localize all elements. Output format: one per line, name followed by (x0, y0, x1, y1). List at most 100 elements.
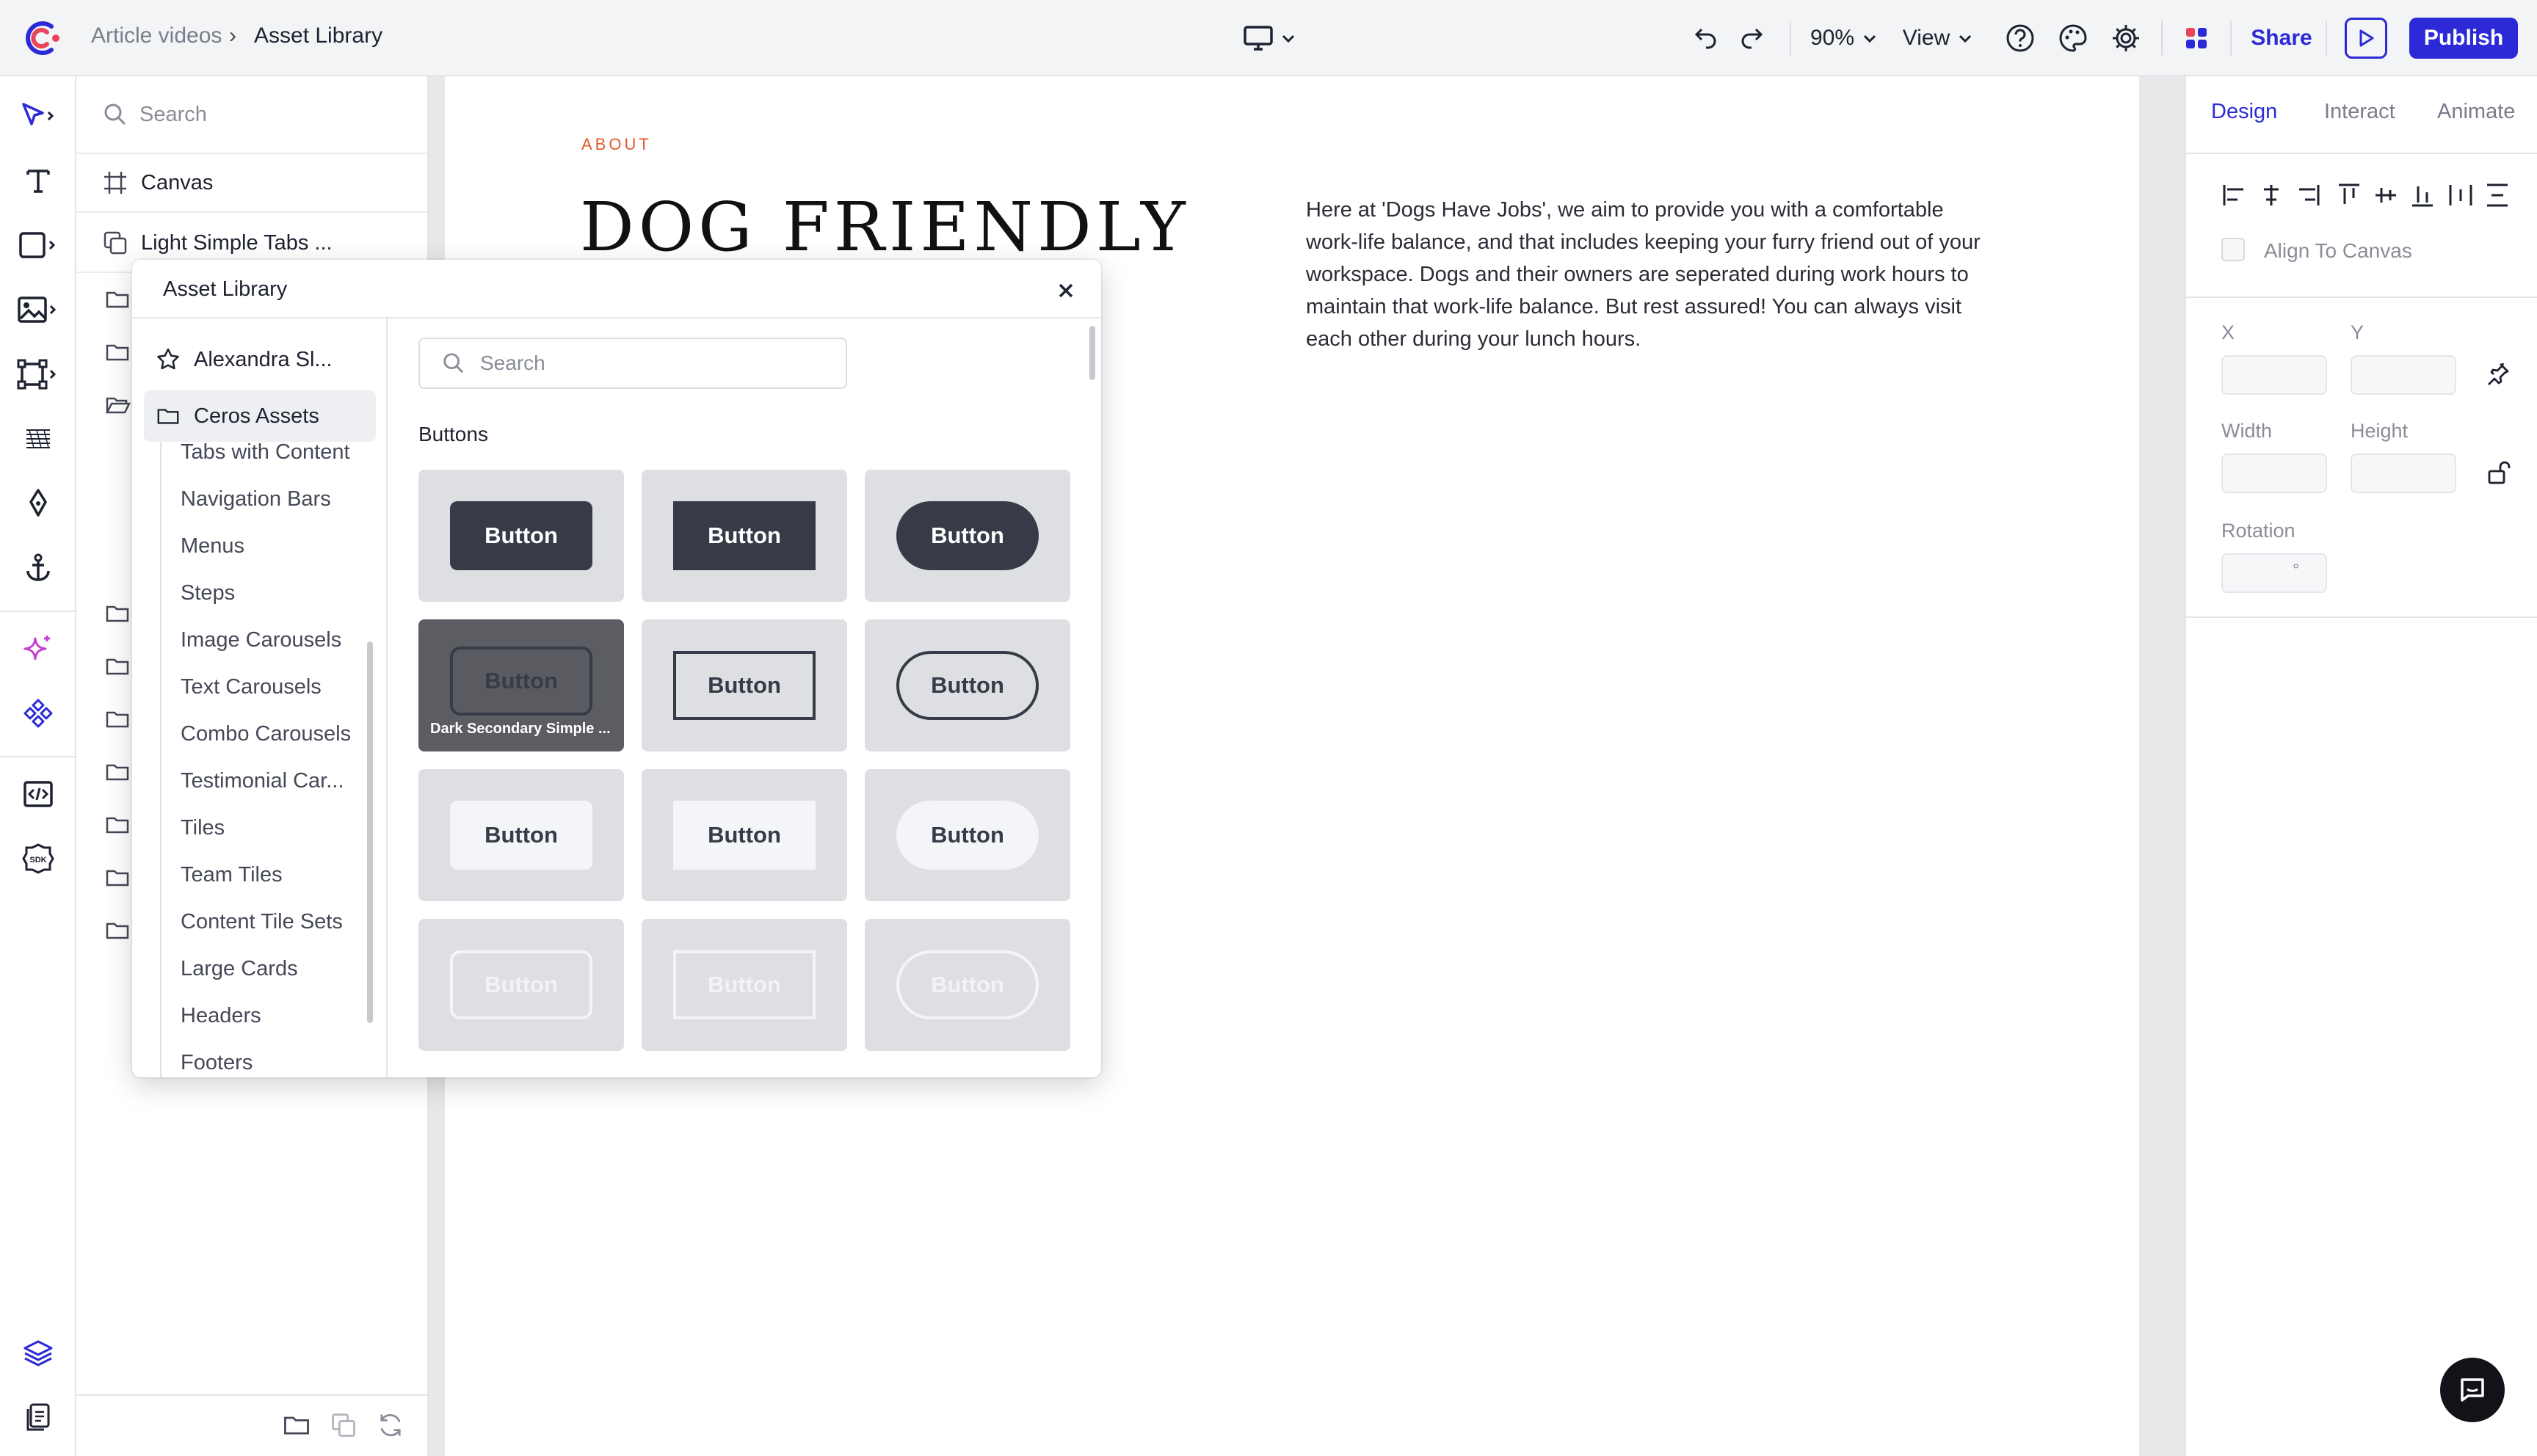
breadcrumb-parent[interactable]: Article videos (91, 23, 222, 48)
align-top-icon[interactable] (2339, 183, 2359, 204)
tabs-divider (2186, 153, 2537, 154)
align-left-icon[interactable] (2223, 185, 2243, 205)
layers-tool[interactable] (16, 1331, 60, 1375)
shape-tool[interactable] (16, 223, 60, 267)
text-tool[interactable] (16, 159, 60, 203)
ai-tool[interactable] (16, 627, 60, 671)
sync-button[interactable] (376, 1410, 408, 1443)
undo-button[interactable] (1687, 19, 1725, 57)
pages-icon (26, 1403, 50, 1431)
code-icon (23, 781, 53, 807)
x-input[interactable] (2221, 355, 2327, 395)
square-icon (19, 232, 56, 258)
view-dropdown[interactable]: View (1900, 19, 1976, 57)
modal-close-button[interactable] (1051, 276, 1081, 305)
asset-tile-dark-primary-pill[interactable]: Button (865, 470, 1070, 602)
category-item[interactable]: Text Carousels (181, 675, 322, 699)
chat-launcher-button[interactable] (2440, 1358, 2505, 1422)
settings-button[interactable] (2107, 19, 2145, 57)
asset-tile-dark-primary-square[interactable]: Button (642, 470, 847, 602)
media-tool[interactable] (16, 352, 60, 396)
asset-tile-light-secondary-pill[interactable]: Button (865, 919, 1070, 1051)
pin-button[interactable] (2483, 360, 2512, 389)
aspect-lock-button[interactable] (2483, 458, 2512, 487)
section-divider (2186, 616, 2537, 618)
category-item[interactable]: Image Carousels (181, 628, 341, 652)
tab-animate[interactable]: Animate (2437, 100, 2515, 124)
asset-tile-dark-primary-rounded[interactable]: Button (418, 470, 624, 602)
category-item[interactable]: Steps (181, 581, 235, 605)
publish-button[interactable]: Publish (2409, 18, 2518, 59)
embed-code-tool[interactable] (16, 772, 60, 816)
apps-button[interactable] (2177, 19, 2215, 57)
layers-search[interactable]: Search (76, 76, 427, 154)
x-label: X (2221, 321, 2235, 343)
tab-design[interactable]: Design (2211, 100, 2277, 124)
layer-canvas[interactable]: Canvas (76, 154, 427, 213)
component-layer-icon (104, 231, 127, 255)
category-item[interactable]: Combo Carousels (181, 722, 351, 746)
asset-tile-light-secondary-rounded[interactable]: Button (418, 919, 624, 1051)
category-item[interactable]: Large Cards (181, 957, 298, 981)
align-right-icon[interactable] (2299, 185, 2320, 205)
components-tool[interactable] (16, 691, 60, 735)
ceros-logo[interactable] (19, 16, 63, 60)
asset-tile-light-primary-pill[interactable]: Button (865, 769, 1070, 901)
category-item[interactable]: Navigation Bars (181, 487, 331, 512)
ceros-assets-label: Ceros Assets (194, 404, 319, 428)
asset-tile-dark-secondary-pill[interactable]: Button (865, 619, 1070, 751)
sdk-tool[interactable]: SDK (16, 837, 60, 881)
rotation-input[interactable]: ° (2221, 553, 2327, 593)
asset-tile-light-primary-rounded[interactable]: Button (418, 769, 624, 901)
redo-button[interactable] (1732, 19, 1771, 57)
category-item[interactable]: Team Tiles (181, 863, 283, 887)
close-icon (1059, 283, 1073, 298)
category-item[interactable]: Testimonial Car... (181, 769, 344, 793)
asset-tile-light-primary-square[interactable]: Button (642, 769, 847, 901)
layers-footer-divider (76, 1394, 427, 1396)
image-tool[interactable] (16, 288, 60, 332)
category-item[interactable]: Headers (181, 1004, 261, 1028)
width-input[interactable] (2221, 454, 2327, 493)
preview-button[interactable] (2345, 18, 2387, 59)
theme-button[interactable] (2054, 19, 2092, 57)
category-item[interactable]: Tiles (181, 816, 225, 840)
share-button[interactable]: Share (2246, 19, 2317, 57)
ceros-assets-item[interactable]: Ceros Assets (144, 390, 376, 442)
device-preview-dropdown[interactable] (1238, 19, 1301, 57)
align-center-h-icon[interactable] (2264, 185, 2279, 205)
asset-tile-dark-secondary-square[interactable]: Button (642, 619, 847, 751)
asset-tile-dark-secondary-rounded[interactable]: Button Dark Secondary Simple ... (418, 619, 624, 751)
asset-search-input[interactable]: Search (418, 338, 847, 389)
new-folder-button[interactable] (282, 1410, 314, 1443)
zoom-dropdown[interactable]: 90% (1806, 19, 1882, 57)
favorites-user-item[interactable]: Alexandra Sl... (144, 338, 376, 382)
preview-button: Button (450, 950, 592, 1019)
content-scrollbar[interactable] (1089, 326, 1095, 380)
preview-button-label: Button (931, 822, 1004, 848)
help-button[interactable] (2001, 19, 2039, 57)
hotspot-tool[interactable] (16, 417, 60, 461)
category-item[interactable]: Content Tile Sets (181, 910, 343, 934)
align-to-canvas-checkbox[interactable] (2221, 238, 2245, 261)
distribute-v-icon[interactable] (2487, 183, 2508, 207)
asset-tile-light-secondary-square[interactable]: Button (642, 919, 847, 1051)
category-item[interactable]: Tabs with Content (181, 442, 350, 465)
align-middle-v-icon[interactable] (2376, 188, 2396, 203)
pen-tool[interactable] (16, 481, 60, 525)
duplicate-button[interactable] (329, 1410, 361, 1443)
sidebar-scrollbar[interactable] (367, 641, 373, 1023)
chevron-down-icon (1959, 34, 1972, 43)
category-item[interactable]: Menus (181, 534, 244, 558)
align-bottom-icon[interactable] (2412, 186, 2433, 207)
select-tool[interactable] (16, 94, 60, 138)
category-item[interactable]: Footers (181, 1051, 253, 1075)
toolbar-divider (2230, 21, 2232, 56)
folder-icon (104, 653, 131, 680)
height-input[interactable] (2351, 454, 2456, 493)
anchor-tool[interactable] (16, 546, 60, 590)
tab-interact[interactable]: Interact (2324, 100, 2395, 124)
y-input[interactable] (2351, 355, 2456, 395)
pages-tool[interactable] (16, 1396, 60, 1440)
distribute-h-icon[interactable] (2449, 185, 2472, 205)
